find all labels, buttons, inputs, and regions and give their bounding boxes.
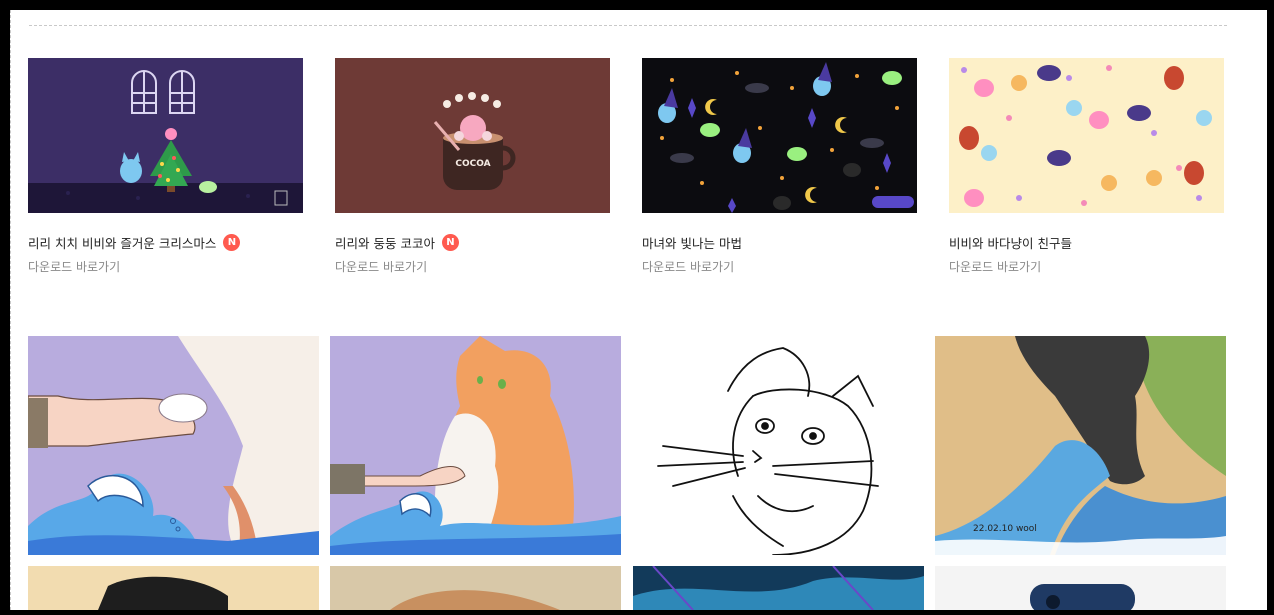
wallpaper-thumbnail-witch[interactable]	[642, 58, 917, 213]
content-page: 리리 치치 비비와 즐거운 크리스마스 N 다운로드 바로가기 COCOA 리리와…	[10, 10, 1267, 610]
artwork-black-cat-paw[interactable]: 22.02.10 wool	[935, 336, 1226, 555]
download-link[interactable]: 다운로드 바로가기	[28, 258, 120, 275]
new-badge: N	[441, 234, 459, 251]
wallpaper-title[interactable]: 리리 치치 비비와 즐거운 크리스마스 N	[28, 233, 241, 252]
section-divider	[29, 25, 1227, 26]
artwork-partial-3[interactable]	[633, 566, 924, 610]
artwork-hand-paw[interactable]	[28, 336, 319, 555]
wallpaper-card-friends[interactable]: 비비와 바다냥이 친구들 다운로드 바로가기	[949, 58, 1224, 274]
wallpaper-card-cocoa[interactable]: COCOA 리리와 둥둥 코코아 N 다운로드 바로가기	[335, 58, 610, 274]
screenshot-frame: 리리 치치 비비와 즐거운 크리스마스 N 다운로드 바로가기 COCOA 리리와…	[0, 0, 1274, 615]
wallpaper-title[interactable]: 리리와 둥둥 코코아 N	[335, 233, 459, 252]
artwork-orange-cat[interactable]	[330, 336, 621, 555]
artwork-partial-2[interactable]	[330, 566, 621, 610]
wallpaper-title[interactable]: 마녀와 빛나는 마법	[642, 233, 742, 252]
download-link[interactable]: 다운로드 바로가기	[642, 258, 734, 275]
wallpaper-thumbnail-friends[interactable]	[949, 58, 1224, 213]
download-link[interactable]: 다운로드 바로가기	[335, 258, 427, 275]
wallpaper-thumbnail-cocoa[interactable]: COCOA	[335, 58, 610, 213]
wallpaper-thumbnail-christmas[interactable]	[28, 58, 303, 213]
artwork-cat-lineart[interactable]	[633, 336, 924, 555]
wallpaper-card-witch[interactable]: 마녀와 빛나는 마법 다운로드 바로가기	[642, 58, 917, 274]
wallpaper-title[interactable]: 비비와 바다냥이 친구들	[949, 233, 1072, 252]
new-badge: N	[223, 234, 241, 251]
download-link[interactable]: 다운로드 바로가기	[949, 258, 1041, 275]
wallpaper-card-christmas[interactable]: 리리 치치 비비와 즐거운 크리스마스 N 다운로드 바로가기	[28, 58, 303, 274]
cocoa-mug-label: COCOA	[455, 159, 490, 169]
wallpaper-title-text[interactable]: 리리 치치 비비와 즐거운 크리스마스	[28, 233, 216, 252]
artwork-partial-1[interactable]	[28, 566, 319, 610]
wallpaper-title-text[interactable]: 리리와 둥둥 코코아	[335, 233, 435, 252]
artwork-partial-4[interactable]	[935, 566, 1226, 610]
artwork-signature: 22.02.10 wool	[973, 524, 1037, 534]
